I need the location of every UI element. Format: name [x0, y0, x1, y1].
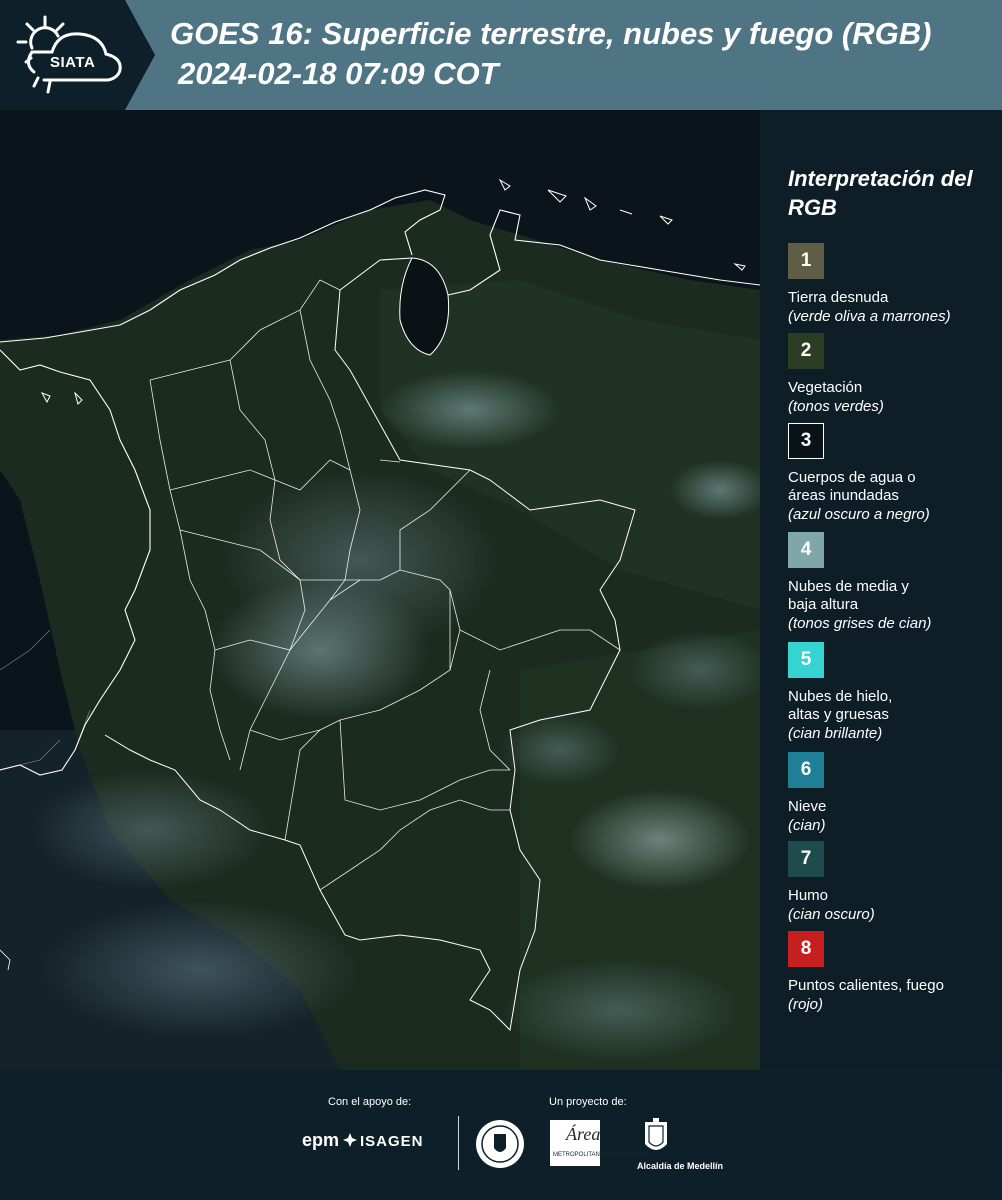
medellin-shield-icon	[645, 1118, 667, 1150]
legend-sublabel: (azul oscuro a negro)	[788, 506, 930, 523]
support-label: Con el apoyo de:	[328, 1096, 412, 1108]
satellite-image	[0, 110, 760, 1070]
legend-label: Puntos calientes, fuego	[788, 977, 944, 994]
legend-label: Tierra desnuda	[788, 289, 889, 306]
legend-label: Cuerpos de agua o áreas inundadas	[788, 469, 916, 504]
footer: Con el apoyo de: Un proyecto de: epm ISA…	[0, 1070, 1002, 1200]
header: SIATA GOES 16: Superficie terrestre, nub…	[0, 0, 1002, 110]
legend-item-nubes-media-baja: 4 Nubes de media y baja altura (tonos gr…	[788, 532, 998, 633]
satellite-map[interactable]	[0, 110, 760, 1070]
alcaldia-medellin-logo: Alcaldía de Medellín	[637, 1161, 724, 1171]
legend-item-nieve: 6 Nieve (cian)	[788, 752, 998, 835]
legend-swatch: 7	[788, 841, 824, 877]
legend-sublabel: (cian brillante)	[788, 725, 883, 742]
legend-sublabel: (rojo)	[788, 996, 824, 1013]
university-seal-icon	[476, 1120, 524, 1168]
page-title: GOES 16: Superficie terrestre, nubes y f…	[170, 16, 932, 51]
legend-sublabel: (tonos grises de cian)	[788, 615, 932, 632]
rgb-legend: Interpretación del RGB 1 Tierra desnuda …	[760, 110, 1002, 1070]
legend-label: Humo	[788, 887, 829, 904]
isagen-logo: ISAGEN	[360, 1133, 424, 1150]
legend-sublabel: (cian)	[788, 817, 826, 834]
epm-logo: epm	[302, 1130, 340, 1150]
legend-label: Nieve	[788, 798, 827, 815]
legend-item-vegetacion: 2 Vegetación (tonos verdes)	[788, 333, 998, 416]
legend-swatch: 4	[788, 532, 824, 568]
siata-logo-text: SIATA	[50, 54, 96, 71]
legend-label: Vegetación	[788, 379, 863, 396]
legend-item-cuerpos-de-agua: 3 Cuerpos de agua o áreas inundadas (azu…	[788, 423, 998, 524]
legend-swatch: 6	[788, 752, 824, 788]
legend-item-humo: 7 Humo (cian oscuro)	[788, 841, 998, 924]
legend-label: Nubes de hielo, altas y gruesas	[788, 688, 893, 723]
legend-swatch: 3	[788, 423, 824, 459]
area-metropolitana-subtext: METROPOLITANA Valle de Aburrá	[553, 1152, 646, 1158]
legend-swatch: 2	[788, 333, 824, 369]
siata-logo: SIATA	[14, 14, 126, 96]
legend-label: Nubes de media y baja altura	[788, 578, 909, 613]
legend-swatch: 8	[788, 931, 824, 967]
legend-item-nubes-hielo: 5 Nubes de hielo, altas y gruesas (cian …	[788, 642, 998, 743]
image-timestamp: 2024-02-18 07:09 COT	[178, 56, 499, 91]
legend-sublabel: (verde oliva a marrones)	[788, 308, 951, 325]
legend-item-puntos-calientes: 8 Puntos calientes, fuego (rojo)	[788, 931, 998, 1014]
footer-divider	[458, 1116, 459, 1170]
legend-sublabel: (tonos verdes)	[788, 398, 884, 415]
project-label: Un proyecto de:	[549, 1096, 627, 1108]
legend-item-tierra-desnuda: 1 Tierra desnuda (verde oliva a marrones…	[788, 243, 998, 326]
isagen-star-icon	[343, 1133, 357, 1147]
area-metropolitana-text: Área	[566, 1124, 601, 1144]
legend-swatch: 1	[788, 243, 824, 279]
legend-swatch: 5	[788, 642, 824, 678]
legend-title: Interpretación del RGB	[788, 166, 973, 220]
legend-sublabel: (cian oscuro)	[788, 906, 875, 923]
